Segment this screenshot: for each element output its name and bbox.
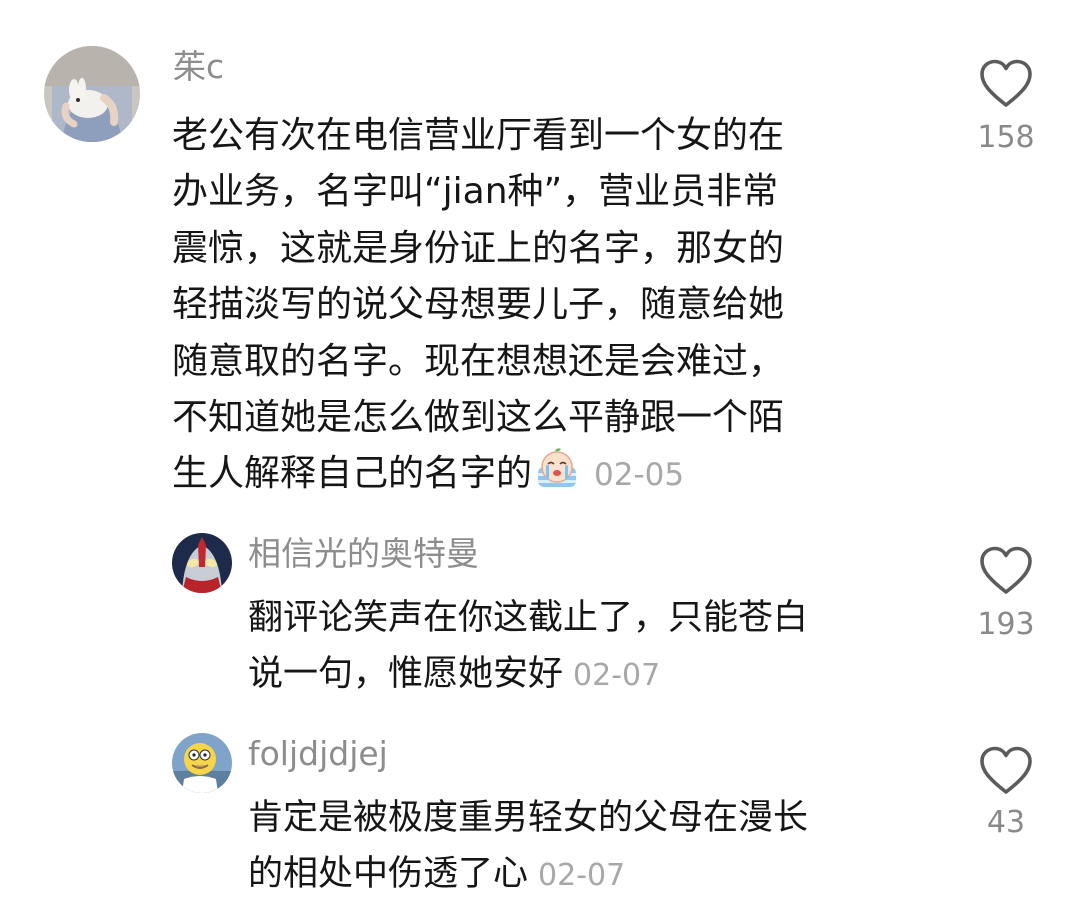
comment-text-line: 的相处中伤透了心 [248, 854, 529, 894]
like-count: 158 [977, 120, 1035, 155]
comment-text-line: 震惊，这就是身份证上的名字，那女的 [172, 227, 785, 269]
comment-text-last-line: 说一句，惟愿她安好 02-07 [248, 646, 808, 704]
comment-text-line: 翻评论笑声在你这截止了，只能苍白 [248, 598, 809, 638]
heart-outline-icon[interactable] [978, 745, 1034, 797]
ultraman-avatar [172, 533, 232, 593]
comment-thread: 茱c 老公有次在电信营业厅看到一个女的在 办业务，名字叫“jian种”，营业员非… [0, 0, 1079, 907]
heart-outline-icon[interactable] [978, 545, 1034, 597]
comment-text-line: 说一句，惟愿她安好 [248, 654, 564, 694]
comment-text-line: 轻描淡写的说父母想要儿子，随意给她 [172, 284, 785, 326]
comment-text-line: 老公有次在电信营业厅看到一个女的在 [172, 115, 785, 156]
comment-username[interactable]: 相信光的奥特曼 [248, 531, 479, 577]
crying-face-emoji [534, 447, 580, 506]
comment-text-line: 肯定是被极度重男轻女的父母在漫长 [248, 798, 809, 838]
comment-date: 02-05 [594, 457, 685, 494]
avatar[interactable] [44, 46, 140, 142]
comment-text-line: 随意取的名字。现在想想还是会难过， [172, 340, 785, 382]
like-count: 43 [986, 805, 1026, 840]
like-count: 193 [977, 607, 1035, 642]
comment-text-last-line: 的相处中伤透了心 02-07 [248, 846, 808, 904]
comment-date: 02-07 [538, 858, 626, 893]
heart-outline-icon[interactable] [978, 58, 1034, 110]
comment-username[interactable]: foljdjdjej [248, 731, 388, 777]
avatar[interactable] [172, 533, 232, 593]
avatar[interactable] [172, 733, 232, 793]
cartoon-character-avatar [172, 733, 232, 793]
comment-username[interactable]: 茱c [173, 42, 224, 92]
like-button[interactable]: 158 [972, 58, 1040, 155]
comment-text-last-line: 生人解释自己的名字的 02-05 [172, 446, 784, 506]
comment-text-line: 不知道她是怎么做到这么平静跟一个陌 [172, 397, 785, 439]
like-button[interactable]: 193 [972, 545, 1040, 642]
comment-date: 02-07 [573, 658, 661, 693]
comment-text: 肯定是被极度重男轻女的父母在漫长 的相处中伤透了心 02-07 [248, 790, 808, 904]
girl-holding-rabbit-avatar [44, 46, 140, 142]
comment-text-line: 办业务，名字叫“jian种”，营业员非常 [172, 171, 779, 213]
comment-text-line: 生人解释自己的名字的 [172, 453, 533, 495]
like-button[interactable]: 43 [972, 745, 1040, 840]
comment-text: 翻评论笑声在你这截止了，只能苍白 说一句，惟愿她安好 02-07 [248, 590, 808, 704]
comment-text: 老公有次在电信营业厅看到一个女的在 办业务，名字叫“jian种”，营业员非常 震… [172, 108, 784, 507]
